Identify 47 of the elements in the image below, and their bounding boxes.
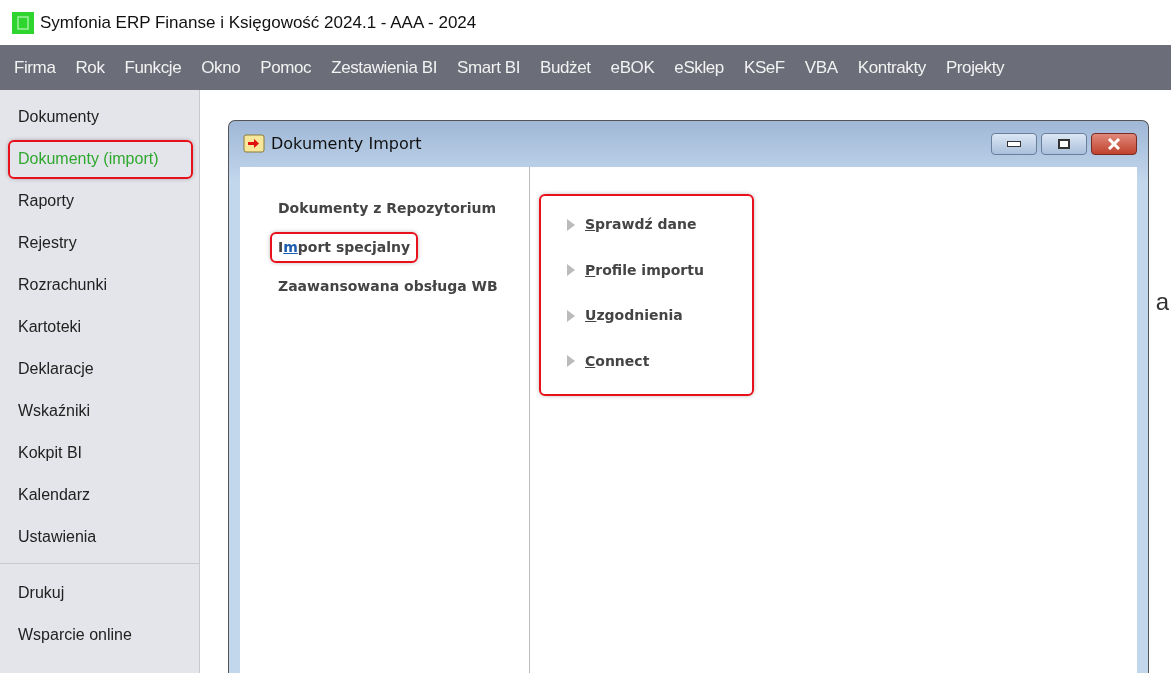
sidebar-item[interactable]: Drukuj (8, 574, 193, 613)
menu-item[interactable]: eBOK (600, 54, 665, 81)
option-link[interactable]: Profile importu (585, 259, 704, 281)
triangle-icon (567, 309, 575, 322)
app-logo-icon (12, 11, 34, 34)
sidebar-item[interactable]: Deklaracje (8, 350, 193, 389)
menu-item[interactable]: Projekty (935, 54, 1015, 81)
category-link[interactable]: Import specjalny (270, 232, 419, 263)
triangle-icon (567, 355, 575, 368)
menu-item[interactable]: Kontrakty (847, 54, 936, 81)
minimize-icon (1007, 141, 1021, 147)
sidebar-item[interactable]: Raporty (8, 182, 193, 221)
sidebar-item[interactable]: Kokpit BI (8, 434, 193, 473)
triangle-icon (567, 264, 575, 277)
menu-item[interactable]: VBA (794, 54, 848, 81)
sidebar-item[interactable]: Kartoteki (8, 308, 193, 347)
option-link[interactable]: Connect (585, 350, 650, 372)
menu-item[interactable]: Funkcje (114, 54, 192, 81)
maximize-icon (1058, 139, 1070, 149)
sidebar-item[interactable]: Wskaźniki (8, 392, 193, 431)
sidebar-item[interactable]: Dokumenty (8, 98, 193, 137)
background-text: a (1155, 287, 1169, 317)
menu-item[interactable]: Firma (4, 54, 66, 81)
menu-item[interactable]: Smart BI (447, 54, 531, 81)
category-link[interactable]: Zaawansowana obsługa WB (270, 271, 506, 302)
window-title: Symfonia ERP Finanse i Księgowość 2024.1 - AAA - 2024 (40, 11, 477, 34)
menu-item[interactable]: KSeF (733, 54, 795, 81)
minimize-button[interactable] (991, 133, 1037, 155)
option-link[interactable]: Sprawdź dane (585, 214, 697, 236)
dialog-title: Dokumenty Import (271, 133, 422, 155)
menu-item[interactable]: Pomoc (250, 54, 322, 81)
option-link[interactable]: Uzgodnienia (585, 305, 683, 327)
sidebar-item[interactable]: Kalendarz (8, 476, 193, 515)
menu-item[interactable]: Rok (65, 54, 115, 81)
sidebar-item[interactable]: Rejestry (8, 224, 193, 263)
menu-item[interactable]: eSklep (664, 54, 734, 81)
menu-item[interactable]: Budżet (530, 54, 601, 81)
close-icon (1107, 138, 1121, 150)
sidebar-item[interactable]: Wsparcie online (8, 616, 193, 655)
sidebar-item[interactable]: Rozrachunki (8, 266, 193, 305)
triangle-icon (567, 218, 575, 231)
close-button[interactable] (1091, 133, 1137, 155)
menu-item[interactable]: Zestawienia BI (321, 54, 448, 81)
sidebar-item[interactable]: Ustawienia (8, 518, 193, 557)
menu-item[interactable]: Okno (191, 54, 251, 81)
maximize-button[interactable] (1041, 133, 1087, 155)
category-link[interactable]: Dokumenty z Repozytorium (270, 193, 505, 224)
